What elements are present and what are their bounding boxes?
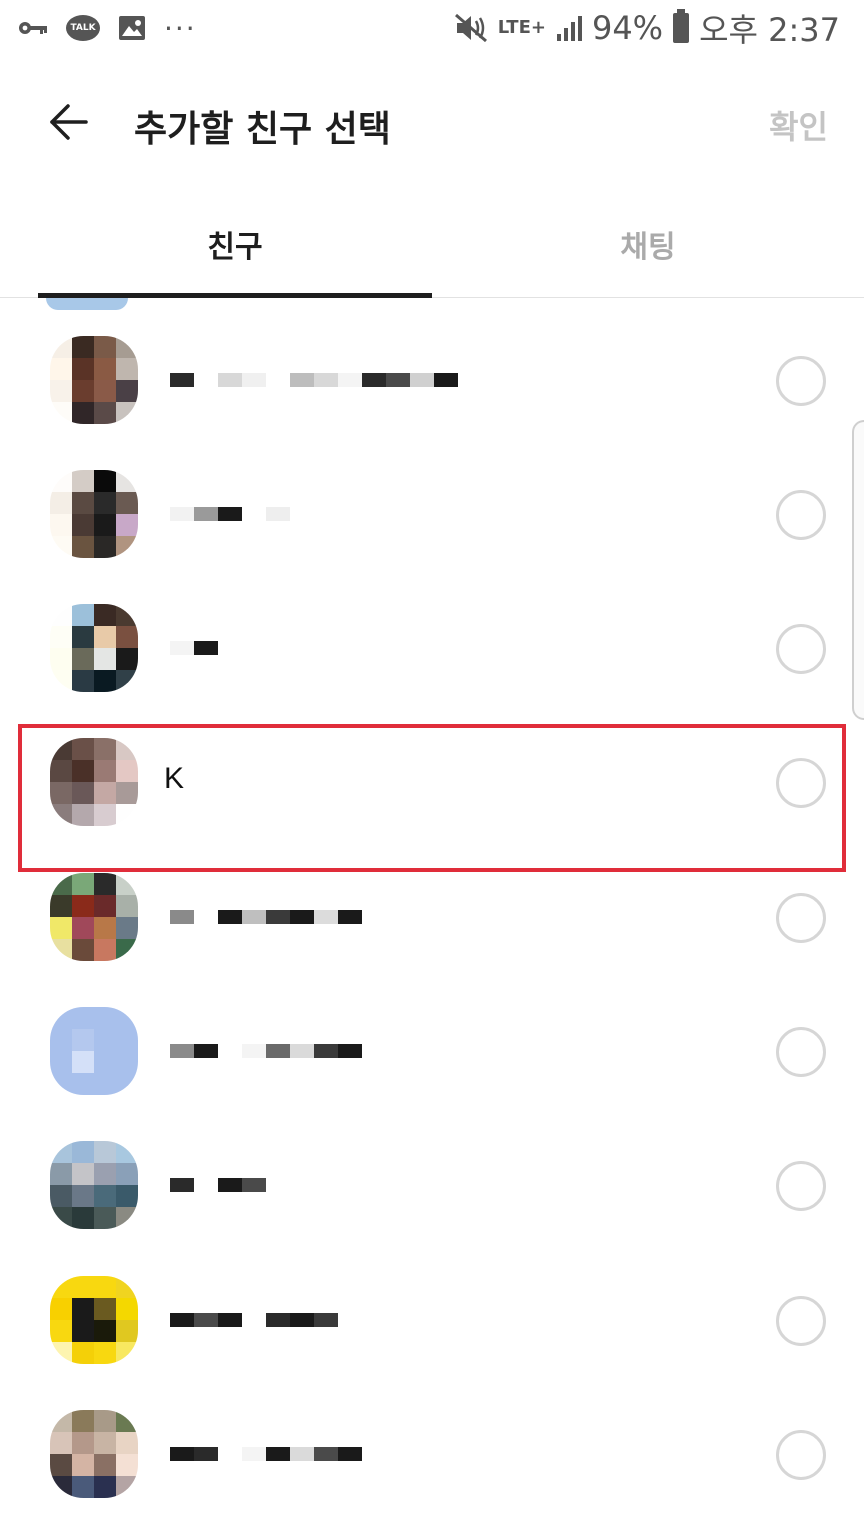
back-button[interactable]	[36, 90, 100, 154]
friend-row[interactable]	[0, 584, 864, 718]
select-radio[interactable]	[776, 490, 826, 540]
key-icon	[18, 20, 48, 36]
friend-row[interactable]: K	[0, 718, 864, 852]
status-bar: TALK ··· LTE+ 94% 오후 2:37	[0, 0, 864, 60]
avatar	[50, 336, 138, 424]
select-radio[interactable]	[776, 1296, 826, 1346]
tab-bar: 친구 채팅	[0, 190, 864, 298]
select-radio[interactable]	[776, 624, 826, 674]
avatar	[50, 1410, 138, 1498]
kakaotalk-icon: TALK	[66, 15, 100, 41]
friend-name-blurred	[170, 1163, 266, 1207]
battery-icon	[673, 9, 690, 43]
confirm-button[interactable]: 확인	[769, 102, 828, 148]
app-header: 추가할 친구 선택 확인	[0, 60, 864, 190]
avatar	[50, 1007, 138, 1095]
friend-name: K	[164, 762, 185, 795]
clock: 오후 2:37	[699, 11, 840, 49]
signal-icon	[556, 14, 582, 42]
mute-icon	[454, 13, 488, 43]
friend-name-blurred	[170, 1029, 362, 1073]
status-bar-right: LTE+ 94% 오후 2:37	[454, 8, 840, 49]
network-type: LTE+	[497, 17, 546, 38]
tab-friends[interactable]: 친구	[38, 190, 432, 298]
select-radio[interactable]	[776, 893, 826, 943]
select-radio[interactable]	[776, 758, 826, 808]
friend-row[interactable]	[0, 853, 864, 987]
friend-row[interactable]	[0, 1390, 864, 1524]
friend-name-blurred	[170, 492, 290, 536]
battery-percent: 94%	[591, 9, 664, 47]
friend-name-blurred	[170, 1432, 362, 1476]
avatar	[50, 470, 138, 558]
avatar	[50, 738, 138, 826]
avatar	[46, 298, 128, 310]
friend-name-blurred	[170, 1298, 362, 1342]
select-radio[interactable]	[776, 1027, 826, 1077]
friend-row[interactable]	[0, 1256, 864, 1390]
page-title: 추가할 친구 선택	[134, 109, 391, 150]
friend-row[interactable]	[0, 316, 864, 450]
friend-name-blurred	[170, 626, 218, 670]
friend-row[interactable]	[0, 1121, 864, 1255]
friend-row[interactable]	[0, 987, 864, 1121]
friend-row[interactable]	[0, 450, 864, 584]
select-radio[interactable]	[776, 356, 826, 406]
gallery-icon	[118, 15, 146, 41]
tab-chats[interactable]: 채팅	[432, 190, 864, 298]
avatar	[50, 604, 138, 692]
select-radio[interactable]	[776, 1161, 826, 1211]
scroll-handle[interactable]	[852, 420, 864, 720]
friend-name-blurred	[170, 895, 362, 939]
avatar	[50, 1276, 138, 1364]
friend-name-blurred	[170, 358, 458, 402]
arrow-left-icon	[50, 104, 88, 140]
avatar	[50, 1141, 138, 1229]
avatar	[50, 873, 138, 961]
select-radio[interactable]	[776, 1430, 826, 1480]
status-bar-left: TALK ···	[18, 10, 197, 46]
more-dots-icon: ···	[164, 11, 197, 45]
